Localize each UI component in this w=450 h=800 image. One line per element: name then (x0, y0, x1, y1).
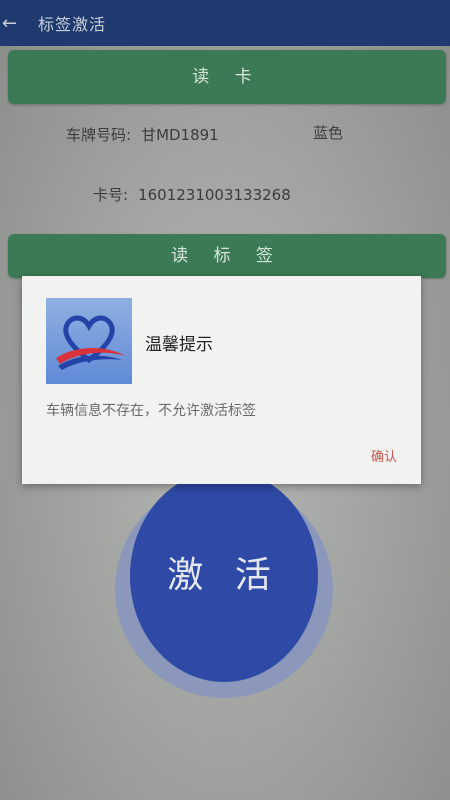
dialog-title: 温馨提示 (145, 335, 213, 355)
app-bar: ← 标签激活 (0, 0, 450, 46)
alert-dialog: 温馨提示 车辆信息不存在，不允许激活标签 确认 (22, 276, 421, 484)
card-number-row: 卡号: 1601231003133268 (93, 184, 291, 205)
read-card-button[interactable]: 读 卡 (8, 50, 446, 104)
app-logo-icon (46, 298, 132, 384)
dialog-message: 车辆信息不存在，不允许激活标签 (46, 403, 256, 419)
card-number-value: 1601231003133268 (138, 186, 291, 204)
plate-color-value: 蓝色 (313, 124, 344, 142)
arrow-left-icon[interactable]: ← (2, 13, 24, 34)
plate-number-label: 车牌号码: (66, 126, 132, 144)
plate-number-row: 车牌号码: 甘MD1891 (66, 124, 219, 145)
confirm-button[interactable]: 确认 (371, 446, 397, 465)
activate-button[interactable]: 激 活 (130, 470, 318, 682)
plate-number-value: 甘MD1891 (141, 126, 219, 144)
page-title: 标签激活 (38, 15, 107, 34)
read-tag-button[interactable]: 读 标 签 (8, 234, 446, 278)
card-number-label: 卡号: (93, 186, 129, 204)
screen: ← 标签激活 读 卡 车牌号码: 甘MD1891 蓝色 卡号: 1601231003… (0, 0, 450, 800)
